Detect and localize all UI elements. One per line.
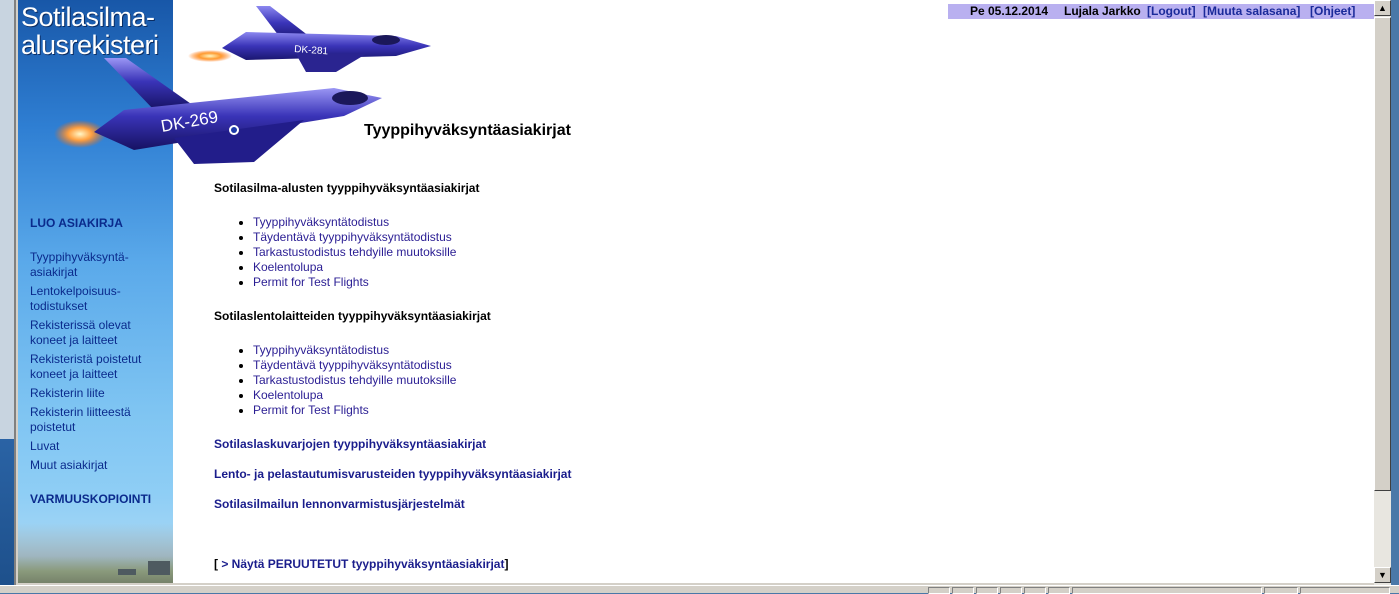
list-item: Permit for Test Flights [253, 275, 456, 290]
section-title-aircraft: Sotilasilma-alusten tyyppihyväksyntäasia… [214, 181, 480, 195]
list-item: Täydentävä tyyppihyväksyntätodistus [253, 358, 456, 373]
create-document-heading: LUO ASIAKIRJA [30, 216, 123, 230]
sidebar-item-other-documents[interactable]: Muut asiakirjat [30, 458, 170, 473]
backup-link[interactable]: VARMUUSKOPIOINTI [30, 492, 170, 507]
aircraft-document-list: Tyyppihyväksyntätodistus Täydentävä tyyp… [215, 215, 456, 290]
sidebar-item-register-appendix[interactable]: Rekisterin liite [30, 386, 170, 401]
logo-line-2: alusrekisteri [21, 30, 159, 60]
browser-status-bar [0, 585, 1399, 594]
jet-large-image: DK-269 [54, 58, 382, 164]
logout-link[interactable]: [Logout] [1147, 4, 1196, 19]
parachute-documents-link[interactable]: Sotilaslaskuvarjojen tyyppihyväksyntäasi… [214, 437, 486, 451]
show-cancelled-link[interactable]: > Näytä PERUUTETUT tyyppihyväksyntäasiak… [221, 557, 504, 571]
list-item: Tyyppihyväksyntätodistus [253, 215, 456, 230]
site-logo: Sotilasilma- alusrekisteri [21, 3, 159, 59]
airfield-landscape-image [18, 523, 173, 583]
change-password-link[interactable]: [Muuta salasana] [1203, 4, 1300, 19]
sidebar-item-airworthiness-certificates[interactable]: Lentokelpoisuus-todistukset [30, 284, 170, 314]
sidebar-nav: LUO ASIAKIRJA Tyyppihyväksyntä-asiakirja… [30, 216, 170, 507]
user-bar: Pe 05.12.2014 Lujala Jarkko [Logout] [Mu… [948, 4, 1374, 19]
current-date: Pe 05.12.2014 [970, 4, 1049, 18]
browser-window: Sotilasilma- alusrekisteri LUO ASIAKIRJA… [14, 0, 1391, 585]
sidebar-item-permits[interactable]: Luvat [30, 439, 170, 454]
list-item: Tarkastustodistus tehdyille muutoksille [253, 373, 456, 388]
page-title: Tyyppihyväksyntäasiakirjat [364, 122, 571, 139]
show-cancelled-control: [ > Näytä PERUUTETUT tyyppihyväksyntäasi… [214, 557, 509, 571]
list-item: Tyyppihyväksyntätodistus [253, 343, 456, 358]
list-item: Tarkastustodistus tehdyille muutoksille [253, 245, 456, 260]
sidebar-item-appendix-removed[interactable]: Rekisterin liitteestä poistetut [30, 405, 170, 435]
scroll-thumb[interactable] [1374, 17, 1391, 491]
desktop-background [0, 0, 14, 593]
scroll-up-button[interactable]: ▲ [1374, 0, 1391, 16]
doc-link-test-flight-permit-en[interactable]: Permit for Test Flights [253, 275, 369, 289]
user-name: Lujala Jarkko [1064, 4, 1141, 18]
doc-link-modification-certificate[interactable]: Tarkastustodistus tehdyille muutoksille [253, 245, 456, 259]
doc-link-test-flight-permit-fi[interactable]: Koelentolupa [253, 260, 323, 274]
doc-link-test-flight-permit-en[interactable]: Permit for Test Flights [253, 403, 369, 417]
list-item: Koelentolupa [253, 260, 456, 275]
sidebar-item-registered-aircraft[interactable]: Rekisterissä olevat koneet ja laitteet [30, 318, 170, 348]
doc-link-supplemental-type-certificate[interactable]: Täydentävä tyyppihyväksyntätodistus [253, 358, 452, 372]
page-viewport: Sotilasilma- alusrekisteri LUO ASIAKIRJA… [18, 0, 1374, 583]
list-item: Permit for Test Flights [253, 403, 456, 418]
scroll-down-button[interactable]: ▼ [1374, 567, 1391, 583]
doc-link-type-certificate[interactable]: Tyyppihyväksyntätodistus [253, 343, 389, 357]
doc-link-type-certificate[interactable]: Tyyppihyväksyntätodistus [253, 215, 389, 229]
doc-link-supplemental-type-certificate[interactable]: Täydentävä tyyppihyväksyntätodistus [253, 230, 452, 244]
rescue-equipment-documents-link[interactable]: Lento- ja pelastautumisvarusteiden tyypp… [214, 467, 571, 481]
sidebar-item-type-approval-docs[interactable]: Tyyppihyväksyntä-asiakirjat [30, 250, 170, 280]
list-item: Täydentävä tyyppihyväksyntätodistus [253, 230, 456, 245]
doc-link-test-flight-permit-fi[interactable]: Koelentolupa [253, 388, 323, 402]
vertical-scrollbar[interactable]: ▲ ▼ [1374, 0, 1391, 585]
logo-line-1: Sotilasilma- [21, 2, 155, 32]
equipment-document-list: Tyyppihyväksyntätodistus Täydentävä tyyp… [215, 343, 456, 418]
section-title-equipment: Sotilaslentolaitteiden tyyppihyväksyntäa… [214, 309, 491, 323]
navigation-systems-link[interactable]: Sotilasilmailun lennonvarmistusjärjestel… [214, 497, 465, 511]
sidebar-item-removed-aircraft[interactable]: Rekisteristä poistetut koneet ja laitteet [30, 352, 170, 382]
help-link[interactable]: [Ohjeet] [1310, 4, 1355, 19]
list-item: Koelentolupa [253, 388, 456, 403]
doc-link-modification-certificate[interactable]: Tarkastustodistus tehdyille muutoksille [253, 373, 456, 387]
